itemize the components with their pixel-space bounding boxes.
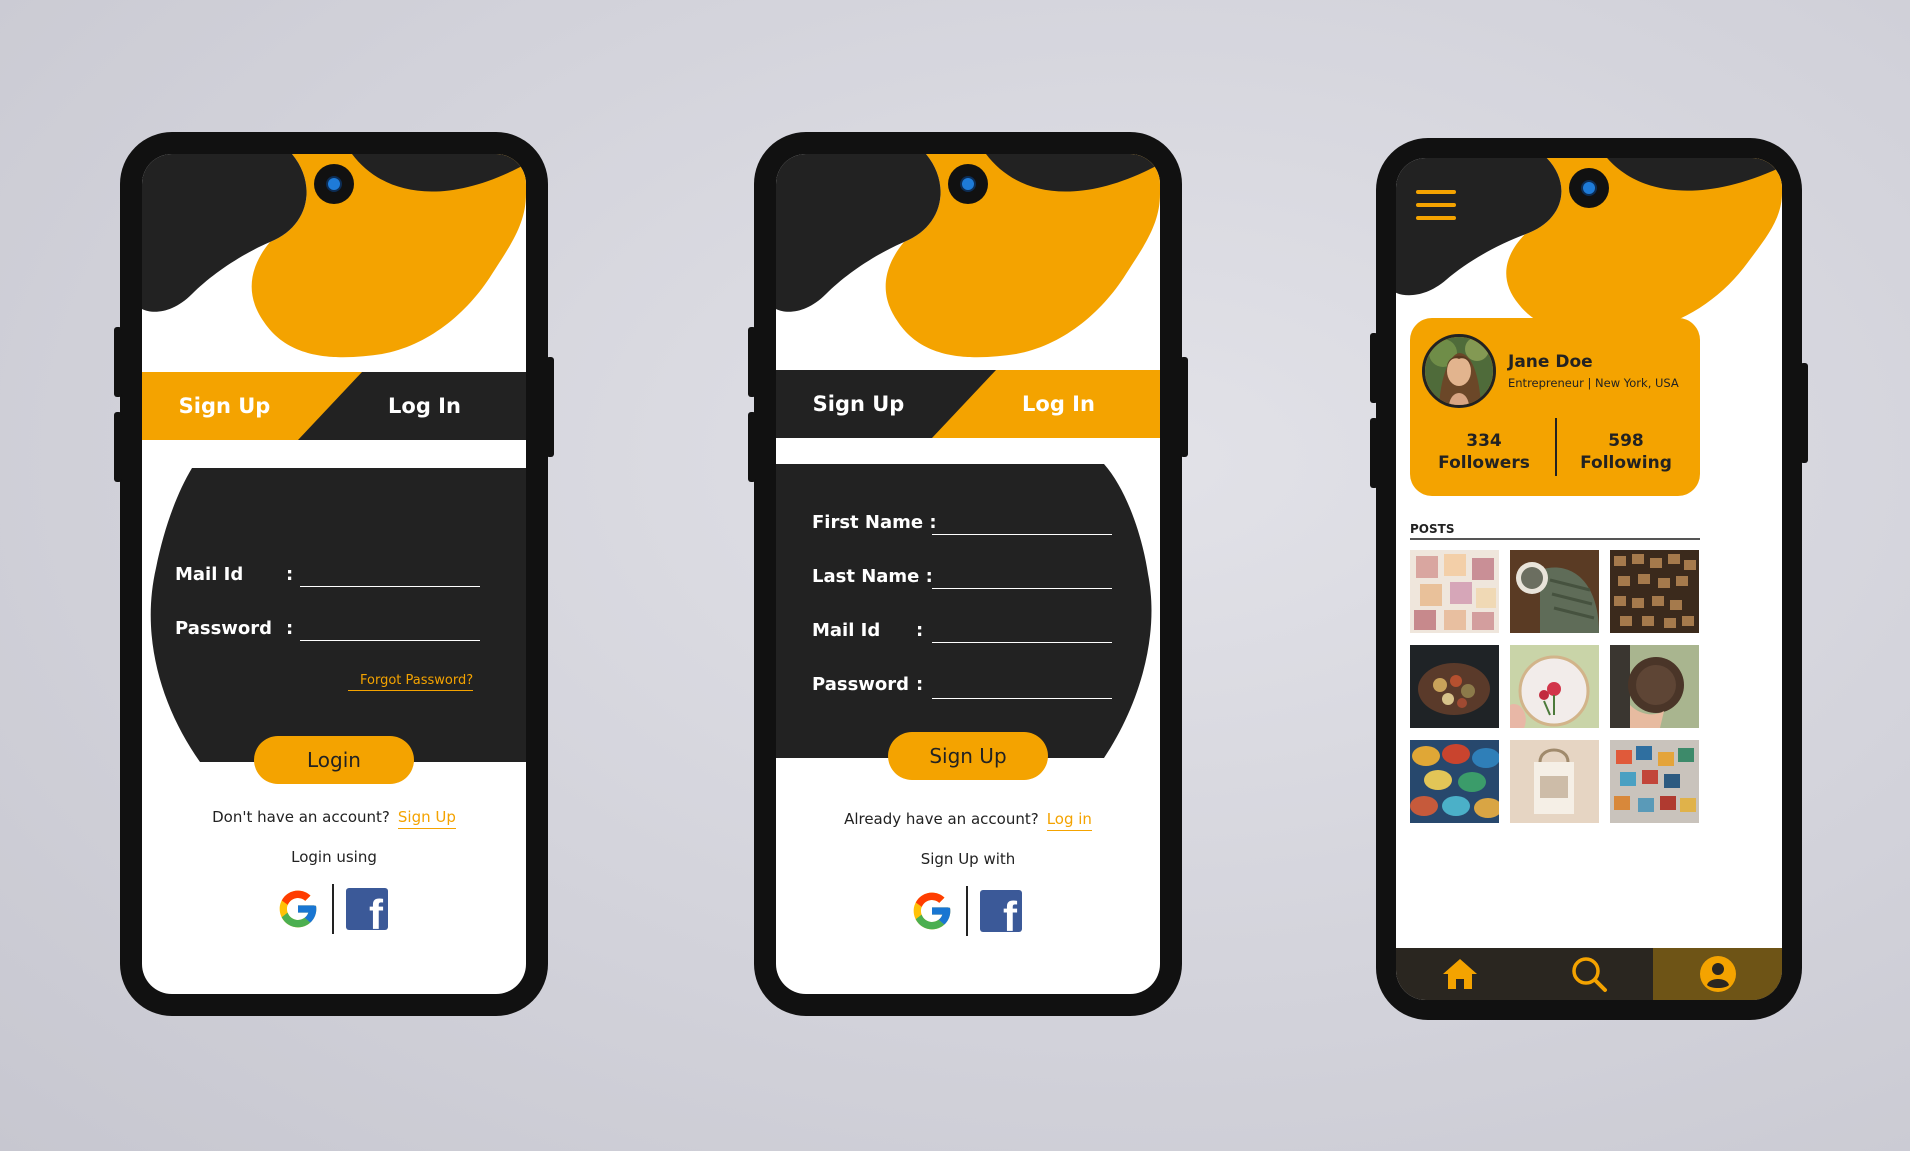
following-label: Following bbox=[1580, 453, 1672, 473]
mail-label: Mail Id bbox=[812, 620, 881, 641]
facebook-icon[interactable]: f bbox=[346, 888, 388, 930]
first-name-input[interactable] bbox=[932, 512, 1112, 535]
posts-divider bbox=[1410, 538, 1700, 540]
side-button bbox=[1180, 357, 1188, 457]
side-button bbox=[1370, 333, 1378, 403]
no-account-text: Don't have an account? bbox=[212, 808, 390, 826]
tab-signup[interactable]: Sign Up bbox=[776, 370, 941, 438]
posts-grid bbox=[1410, 550, 1700, 823]
password-label: Password bbox=[175, 618, 273, 639]
forgot-password-link[interactable]: Forgot Password? bbox=[348, 673, 474, 691]
profile-subtitle: Entrepreneur | New York, USA bbox=[1508, 376, 1679, 390]
post-tile[interactable] bbox=[1410, 550, 1499, 633]
no-account-row: Don't have an account? Sign Up bbox=[142, 808, 526, 829]
mail-input[interactable] bbox=[932, 620, 1112, 643]
signup-with-text: Sign Up with bbox=[920, 850, 1016, 868]
last-name-input[interactable] bbox=[932, 566, 1112, 589]
divider bbox=[966, 886, 968, 936]
scroll-fade bbox=[1396, 934, 1782, 948]
password-input[interactable] bbox=[300, 618, 480, 641]
phone-profile: Jane Doe Entrepreneur | New York, USA 33… bbox=[1370, 138, 1808, 1020]
colon: : bbox=[286, 618, 294, 639]
login-button[interactable]: Login bbox=[254, 736, 414, 784]
stat-divider bbox=[1555, 418, 1557, 476]
password-label: Password bbox=[812, 674, 910, 695]
post-tile[interactable] bbox=[1610, 550, 1699, 633]
following-stat[interactable]: 598 Following bbox=[1566, 430, 1686, 474]
login-using-text: Login using bbox=[291, 848, 377, 866]
followers-count: 334 bbox=[1466, 431, 1502, 451]
profile-card: Jane Doe Entrepreneur | New York, USA 33… bbox=[1410, 318, 1700, 496]
followers-label: Followers bbox=[1438, 453, 1530, 473]
phone-login: Sign Up Log In Mail Id : Password : Forg… bbox=[114, 132, 554, 1016]
screen: Sign Up Log In Mail Id : Password : Forg… bbox=[142, 154, 526, 994]
mail-input[interactable] bbox=[300, 564, 480, 587]
google-icon[interactable] bbox=[910, 889, 954, 933]
colon: : bbox=[916, 674, 924, 695]
side-button bbox=[114, 412, 122, 482]
side-button bbox=[748, 412, 756, 482]
profile-icon bbox=[1699, 956, 1736, 992]
screen: Jane Doe Entrepreneur | New York, USA 33… bbox=[1396, 158, 1782, 1000]
side-button bbox=[1800, 363, 1808, 463]
auth-tabs: Sign Up Log In bbox=[776, 370, 1160, 438]
post-tile[interactable] bbox=[1510, 550, 1599, 633]
first-name-label: First Name : bbox=[812, 512, 937, 533]
signup-form-panel bbox=[776, 464, 1152, 758]
nav-home[interactable] bbox=[1396, 948, 1525, 1000]
side-button bbox=[748, 327, 756, 397]
post-tile[interactable] bbox=[1610, 645, 1699, 728]
screen: Sign Up Log In First Name : Last Name : … bbox=[776, 154, 1160, 994]
have-account-text: Already have an account? bbox=[844, 810, 1039, 828]
tab-login[interactable]: Log In bbox=[976, 370, 1141, 438]
tab-signup[interactable]: Sign Up bbox=[142, 372, 307, 440]
followers-stat[interactable]: 334 Followers bbox=[1424, 430, 1544, 474]
mail-label: Mail Id bbox=[175, 564, 244, 585]
colon: : bbox=[916, 620, 924, 641]
bottom-nav bbox=[1396, 948, 1782, 1000]
login-form-panel bbox=[150, 468, 526, 762]
post-tile[interactable] bbox=[1410, 645, 1499, 728]
camera-icon bbox=[314, 164, 354, 204]
post-tile[interactable] bbox=[1510, 740, 1599, 823]
tab-login[interactable]: Log In bbox=[342, 372, 507, 440]
social-signup: f bbox=[910, 886, 1022, 936]
posts-heading: POSTS bbox=[1410, 522, 1455, 536]
profile-name: Jane Doe bbox=[1508, 352, 1593, 372]
divider bbox=[332, 884, 334, 934]
signup-link[interactable]: Sign Up bbox=[397, 808, 456, 829]
camera-icon bbox=[948, 164, 988, 204]
search-icon bbox=[1572, 957, 1607, 992]
google-icon[interactable] bbox=[276, 887, 320, 931]
side-button bbox=[114, 327, 122, 397]
following-count: 598 bbox=[1608, 431, 1644, 451]
have-account-row: Already have an account? Log in bbox=[776, 810, 1160, 831]
home-icon bbox=[1443, 959, 1478, 989]
post-tile[interactable] bbox=[1410, 740, 1499, 823]
signup-button[interactable]: Sign Up bbox=[888, 732, 1048, 780]
avatar[interactable] bbox=[1422, 334, 1496, 408]
menu-icon[interactable] bbox=[1416, 190, 1456, 224]
auth-tabs: Sign Up Log In bbox=[142, 372, 526, 440]
login-link[interactable]: Log in bbox=[1046, 810, 1092, 831]
colon: : bbox=[286, 564, 294, 585]
last-name-label: Last Name : bbox=[812, 566, 933, 587]
post-tile[interactable] bbox=[1510, 645, 1599, 728]
password-input[interactable] bbox=[932, 676, 1112, 699]
side-button bbox=[546, 357, 554, 457]
camera-icon bbox=[1569, 168, 1609, 208]
phone-signup: Sign Up Log In First Name : Last Name : … bbox=[748, 132, 1188, 1016]
nav-search[interactable] bbox=[1525, 948, 1654, 1000]
post-tile[interactable] bbox=[1610, 740, 1699, 823]
facebook-icon[interactable]: f bbox=[980, 890, 1022, 932]
side-button bbox=[1370, 418, 1378, 488]
social-login: f bbox=[276, 884, 388, 934]
nav-profile[interactable] bbox=[1653, 948, 1782, 1000]
